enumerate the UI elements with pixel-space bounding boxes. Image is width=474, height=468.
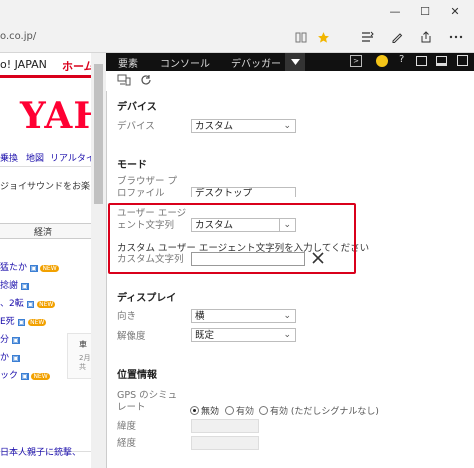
nav-realtime[interactable]: リアルタイ (50, 151, 95, 164)
console-icon[interactable]: > (350, 55, 362, 67)
section-mode-title: モード (117, 160, 147, 171)
orientation-label: 向き (117, 311, 137, 322)
resolution-select[interactable]: 既定 ⌄ (191, 328, 296, 342)
list-item[interactable]: 猛たか ▣ NEW (0, 260, 59, 273)
list-item[interactable]: 分 ▣ (0, 332, 20, 345)
page-scrollbar-thumb[interactable] (94, 64, 103, 204)
section-display-title: ディスプレイ (117, 293, 177, 304)
nav-transit[interactable]: 乗換 (0, 151, 18, 164)
tab-elements[interactable]: 要素 (118, 55, 138, 70)
list-item[interactable]: 捻謝 ▣ (0, 278, 29, 291)
orientation-select[interactable]: 横 ⌄ (191, 309, 296, 323)
address-bar-url[interactable]: o.co.jp/ (0, 31, 36, 42)
latitude-input[interactable] (191, 419, 259, 433)
nav-map[interactable]: 地図 (26, 151, 44, 164)
radio-selected-icon (190, 406, 199, 415)
favorite-star-icon[interactable] (313, 28, 333, 46)
browser-profile-label: ブラウザー プロファイル (117, 176, 178, 199)
camera-icon: ▣ (20, 373, 29, 380)
longitude-input[interactable] (191, 436, 259, 450)
longitude-label: 経度 (117, 438, 137, 449)
section-device-title: デバイス (117, 102, 157, 113)
new-badge: NEW (28, 319, 47, 326)
device-select[interactable]: カスタム ⌄ (191, 119, 296, 133)
camera-icon: ▣ (29, 265, 38, 272)
latitude-label: 緯度 (117, 421, 137, 432)
tab-console[interactable]: コンソール (160, 55, 210, 70)
side-card-text: 車 (79, 340, 87, 349)
side-card-source: 共 (79, 363, 86, 371)
gps-sim-label: GPS のシミュレート (117, 390, 178, 413)
gps-off-radio[interactable]: 無効 (190, 404, 219, 417)
maximize-button[interactable]: ☐ (410, 0, 440, 22)
camera-icon: ▣ (11, 355, 20, 362)
resolution-label: 解像度 (117, 331, 146, 342)
new-badge: NEW (31, 373, 50, 380)
undock-icon[interactable] (416, 56, 427, 66)
refresh-icon[interactable] (140, 74, 152, 89)
dock-window-icon[interactable] (457, 55, 468, 66)
camera-icon: ▣ (26, 301, 35, 308)
feedback-smiley-icon[interactable] (376, 55, 388, 67)
camera-icon: ▣ (20, 283, 29, 290)
list-item[interactable]: か ▣ (0, 350, 20, 363)
notice-text[interactable]: ジョイサウンドをお楽に (0, 179, 99, 192)
list-item[interactable]: ック ▣ NEW (0, 368, 50, 381)
bottom-headline[interactable]: 日本人親子に銃撃、 (0, 445, 81, 458)
emulation-icon[interactable] (117, 74, 131, 89)
more-tabs-button[interactable] (285, 53, 305, 71)
gps-no-signal-radio[interactable]: 有効 (ただしシグナルなし) (259, 404, 379, 417)
notes-icon[interactable] (387, 28, 407, 46)
device-label: デバイス (117, 121, 155, 132)
share-icon[interactable] (416, 28, 436, 46)
new-badge: NEW (40, 265, 59, 272)
site-title: o! JAPAN (0, 58, 47, 71)
chevron-down-icon: ⌄ (283, 311, 291, 321)
camera-icon: ▣ (11, 337, 20, 344)
help-icon[interactable]: ? (399, 54, 404, 65)
hub-icon[interactable] (357, 28, 377, 46)
new-badge: NEW (37, 301, 56, 308)
devtools-toolbar (106, 71, 474, 91)
tab-economy[interactable]: 経済 (34, 225, 52, 238)
chevron-down-icon (290, 58, 300, 65)
section-geolocation-title: 位置情報 (117, 370, 157, 381)
highlight-box (108, 203, 356, 274)
chevron-down-icon: ⌄ (283, 330, 291, 340)
home-link[interactable]: ホーム (62, 58, 95, 74)
browser-profile-select[interactable]: デスクトップ (191, 187, 296, 197)
more-icon[interactable] (446, 28, 466, 46)
close-button[interactable]: ✕ (440, 0, 470, 22)
list-item[interactable]: E死 ▣ NEW (0, 314, 47, 327)
reading-view-icon[interactable] (291, 28, 311, 46)
tab-debugger[interactable]: デバッガー (231, 55, 281, 70)
dock-bottom-icon[interactable] (436, 56, 447, 66)
radio-icon (225, 406, 234, 415)
list-item[interactable]: 、2転 ▣ NEW (0, 296, 56, 309)
gps-on-radio[interactable]: 有効 (225, 404, 254, 417)
radio-icon (259, 406, 268, 415)
minimize-button[interactable]: — (380, 0, 410, 22)
chevron-down-icon: ⌄ (283, 121, 291, 131)
camera-icon: ▣ (17, 319, 26, 326)
